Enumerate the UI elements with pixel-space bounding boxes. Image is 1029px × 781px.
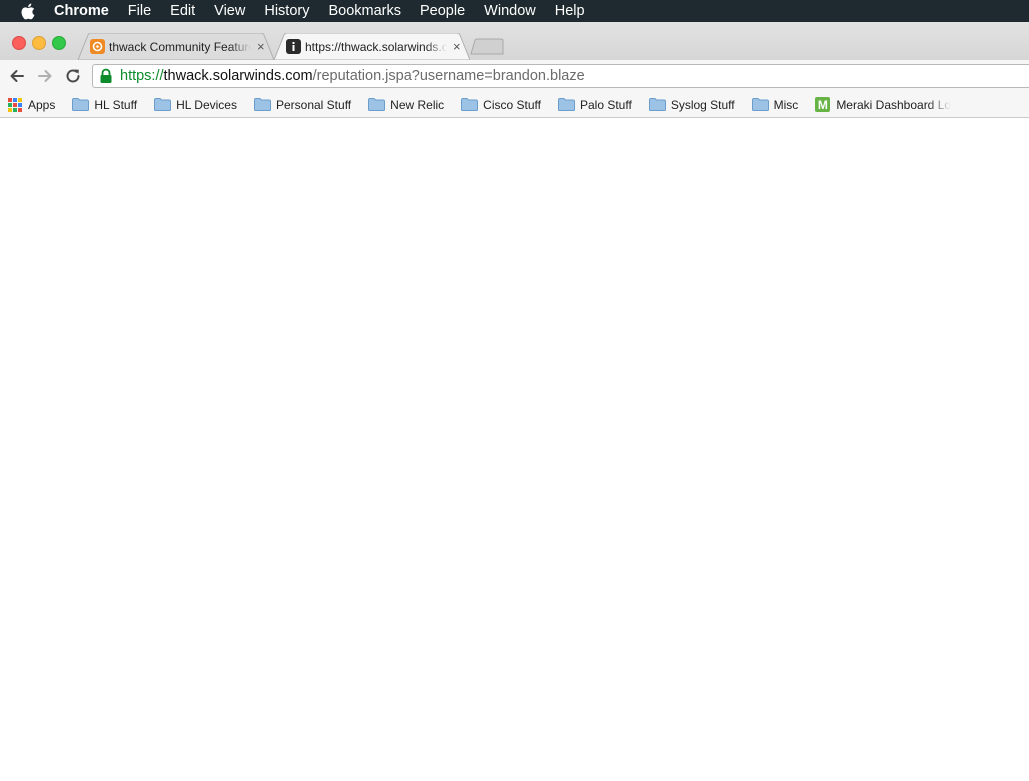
bookmark-label: Misc — [773, 97, 799, 112]
menu-history[interactable]: History — [264, 0, 309, 22]
apple-logo-icon[interactable] — [20, 3, 36, 19]
menu-edit[interactable]: Edit — [170, 0, 195, 22]
bookmark-folder-palo-stuff[interactable]: Palo Stuff — [557, 97, 632, 112]
new-tab-button[interactable] — [470, 38, 504, 55]
bookmark-label: New Relic — [390, 97, 445, 112]
thwack-favicon-icon — [90, 39, 105, 54]
bookmark-folder-personal-stuff[interactable]: Personal Stuff — [253, 97, 352, 112]
apps-grid-icon — [8, 97, 22, 112]
back-arrow-icon[interactable] — [8, 67, 26, 85]
bookmark-label: Personal Stuff — [275, 97, 352, 112]
menu-view[interactable]: View — [214, 0, 245, 22]
menu-bookmarks[interactable]: Bookmarks — [328, 0, 401, 22]
bookmark-label: Meraki Dashboard Login — [836, 97, 952, 112]
bookmark-label: Syslog Stuff — [670, 97, 735, 112]
bookmark-folder-syslog-stuff[interactable]: Syslog Stuff — [648, 97, 735, 112]
folder-icon — [648, 98, 666, 111]
bookmark-label: HL Stuff — [94, 97, 138, 112]
tab-strip: thwack Community Feature × https://thwac… — [0, 22, 1029, 60]
tab-thwack-community[interactable]: thwack Community Feature × — [78, 33, 274, 60]
lock-icon[interactable] — [99, 68, 113, 84]
menu-bar: Chrome File Edit View History Bookmarks … — [0, 0, 1029, 22]
bookmark-folder-hl-stuff[interactable]: HL Stuff — [72, 98, 137, 112]
folder-icon — [557, 98, 575, 111]
folder-icon — [461, 98, 479, 111]
tab-close-icon[interactable]: × — [257, 39, 265, 54]
bookmark-meraki-dashboard[interactable]: M Meraki Dashboard Login — [815, 97, 951, 112]
menu-chrome[interactable]: Chrome — [54, 0, 109, 22]
window-zoom-button[interactable] — [52, 36, 66, 50]
url-path: /reputation.jspa?username=brandon.blaze — [312, 68, 585, 84]
bookmark-folder-misc[interactable]: Misc — [751, 97, 799, 112]
bookmark-label: Cisco Stuff — [483, 97, 541, 112]
bookmark-folder-hl-devices[interactable]: HL Devices — [154, 98, 237, 112]
url-text[interactable]: https://thwack.solarwinds.com/reputation… — [120, 68, 585, 84]
folder-icon — [72, 98, 90, 111]
page-content — [0, 118, 1029, 781]
bookmark-label: Palo Stuff — [579, 97, 632, 112]
url-scheme: https:// — [120, 68, 164, 84]
tab-close-icon[interactable]: × — [453, 39, 461, 54]
bookmark-label: Apps — [28, 97, 56, 112]
url-host: thwack.solarwinds.com — [163, 68, 313, 84]
menu-people[interactable]: People — [420, 0, 465, 22]
window-minimize-button[interactable] — [32, 36, 46, 50]
reload-icon[interactable] — [64, 67, 82, 85]
tab-title: https://thwack.solarwinds.com/reputation… — [305, 39, 447, 54]
folder-icon — [751, 98, 769, 111]
tab-title: thwack Community Feature — [109, 39, 251, 54]
menu-window[interactable]: Window — [484, 0, 536, 22]
menu-file[interactable]: File — [128, 0, 151, 22]
bookmark-label: HL Devices — [176, 97, 237, 112]
forward-arrow-icon[interactable] — [36, 67, 54, 85]
folder-icon — [253, 98, 271, 111]
browser-toolbar: https://thwack.solarwinds.com/reputation… — [0, 60, 1029, 92]
bookmarks-bar: Apps HL Stuff HL Devices Personal Stuff … — [0, 92, 1029, 118]
address-bar[interactable]: https://thwack.solarwinds.com/reputation… — [92, 64, 1029, 88]
folder-icon — [368, 98, 386, 111]
bookmark-folder-new-relic[interactable]: New Relic — [368, 98, 444, 112]
bookmark-folder-cisco-stuff[interactable]: Cisco Stuff — [461, 98, 541, 112]
bookmark-apps[interactable]: Apps — [8, 97, 56, 112]
folder-icon — [154, 98, 172, 111]
tab-reputation-active[interactable]: https://thwack.solarwinds.com/reputation… — [274, 33, 470, 60]
window-close-button[interactable] — [12, 36, 26, 50]
meraki-favicon-icon: M — [815, 97, 831, 112]
menu-help[interactable]: Help — [555, 0, 585, 22]
info-favicon-icon — [286, 39, 301, 54]
